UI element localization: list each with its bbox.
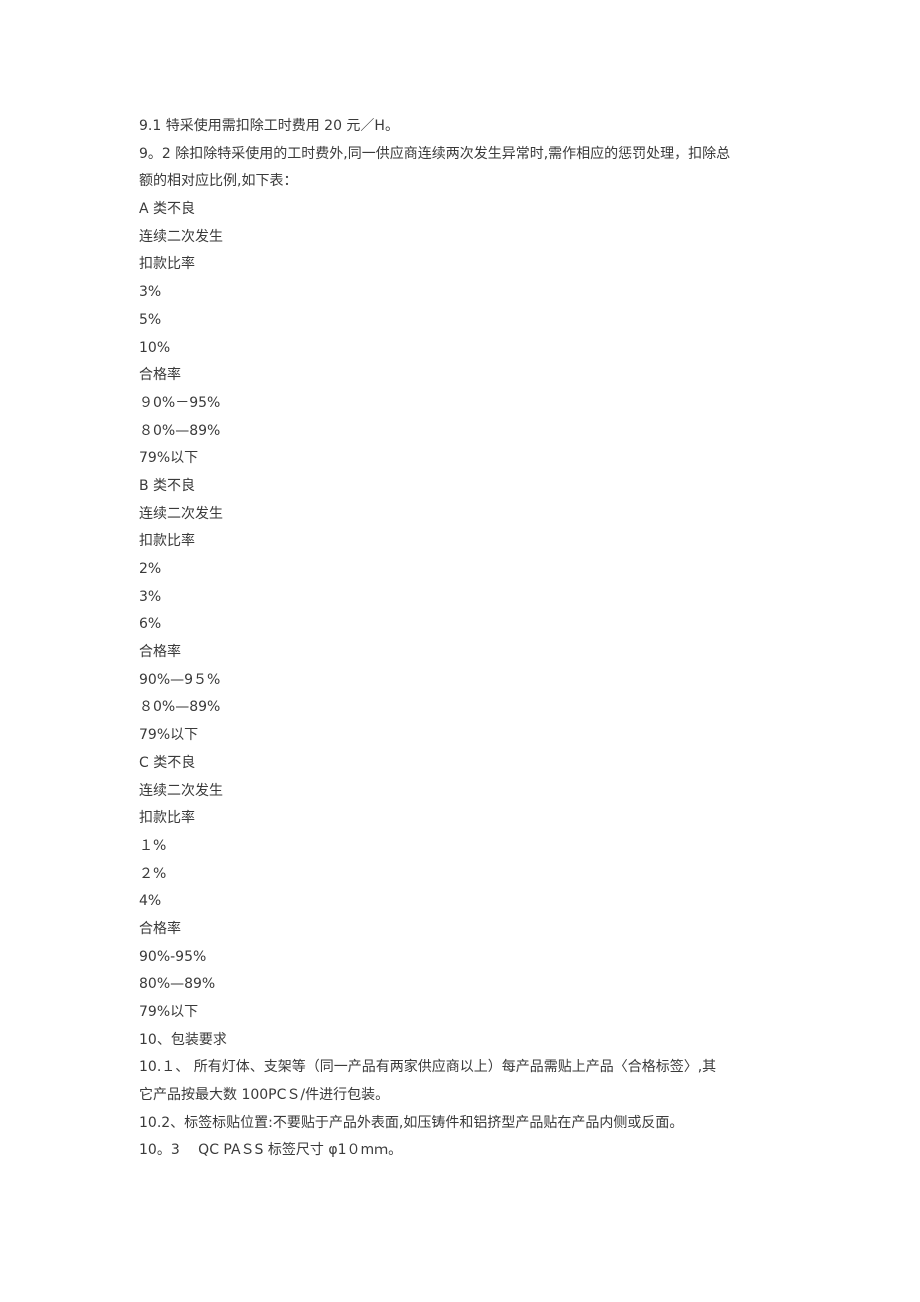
table-pass-rate-value: 80%—89% [139,976,216,993]
table-pass-rate-header: 合格率 [139,644,181,661]
penalty-table-c: C 类不良 连续二次发生 扣款比率 １% ２% 4% 合格率 90%-95% 8… [139,750,789,1027]
table-pass-rate-value: 79%以下 [139,450,199,467]
table-deduction-header: 扣款比率 [139,256,195,273]
table-category: A 类不良 [139,201,196,218]
clause-10-3: 10。3 QC PAＳS 标签尺寸 φ1０mｍ。 [139,1142,403,1159]
penalty-table-b: B 类不良 连续二次发生 扣款比率 2% 3% 6% 合格率 90%—9５% ８… [139,473,789,750]
clause-9-2-line-1: 9。2 除扣除特采使用的工时费外,同一供应商连续两次发生异常时,需作相应的惩罚处… [139,145,731,162]
table-category: C 类不良 [139,754,196,771]
document-page: 9.1 特采使用需扣除工时费用 20 元／H。 9。2 除扣除特采使用的工时费外… [139,113,789,1165]
table-pass-rate-value: 90%-95% [139,948,207,965]
clause-10-1-line-1: 10.１、 所有灯体、支架等（同一产品有两家供应商以上）每产品需贴上产品〈合格标… [139,1059,717,1076]
table-occurrence-label: 连续二次发生 [139,505,223,522]
table-deduction-value: 2% [139,561,162,577]
penalty-table-a: A 类不良 连续二次发生 扣款比率 3% 5% 10% 合格率 ９0%－95% … [139,196,789,473]
table-pass-rate-value: 79%以下 [139,1004,199,1020]
table-deduction-header: 扣款比率 [139,533,195,550]
clause-10-1-line-2: 它产品按最大数 100PCＳ/件进行包装。 [139,1087,390,1104]
table-pass-rate-header: 合格率 [139,920,181,937]
table-deduction-value: 4% [139,893,162,910]
table-category: B 类不良 [139,477,196,494]
table-pass-rate-value: ９0%－95% [139,394,221,411]
table-deduction-value: 5% [139,311,162,328]
table-pass-rate-value: ８0%—89% [139,422,221,439]
table-pass-rate-value: 90%—9５% [139,671,221,688]
table-occurrence-label: 连续二次发生 [139,228,223,245]
table-deduction-header: 扣款比率 [139,810,195,827]
table-pass-rate-value: 79%以下 [139,727,199,744]
table-deduction-value: １% [139,837,167,854]
table-deduction-value: 3% [139,284,162,301]
table-deduction-value: 6% [139,616,162,633]
clause-9-1: 9.1 特采使用需扣除工时费用 20 元／H。 [139,118,399,134]
table-pass-rate-header: 合格率 [139,367,181,384]
table-deduction-value: 3% [139,588,162,605]
table-pass-rate-value: ８0%—89% [139,699,221,716]
clause-10-2: 10.2、标签标贴位置:不要贴于产品外表面,如压铸件和铝挤型产品贴在产品内侧或反… [139,1114,684,1131]
section-10-heading: 10、包装要求 [139,1031,227,1048]
table-deduction-value: ２% [139,865,167,882]
table-occurrence-label: 连续二次发生 [139,782,223,799]
table-deduction-value: 10% [139,339,171,356]
clause-9-2-line-2: 额的相对应比例,如下表： [139,173,298,190]
